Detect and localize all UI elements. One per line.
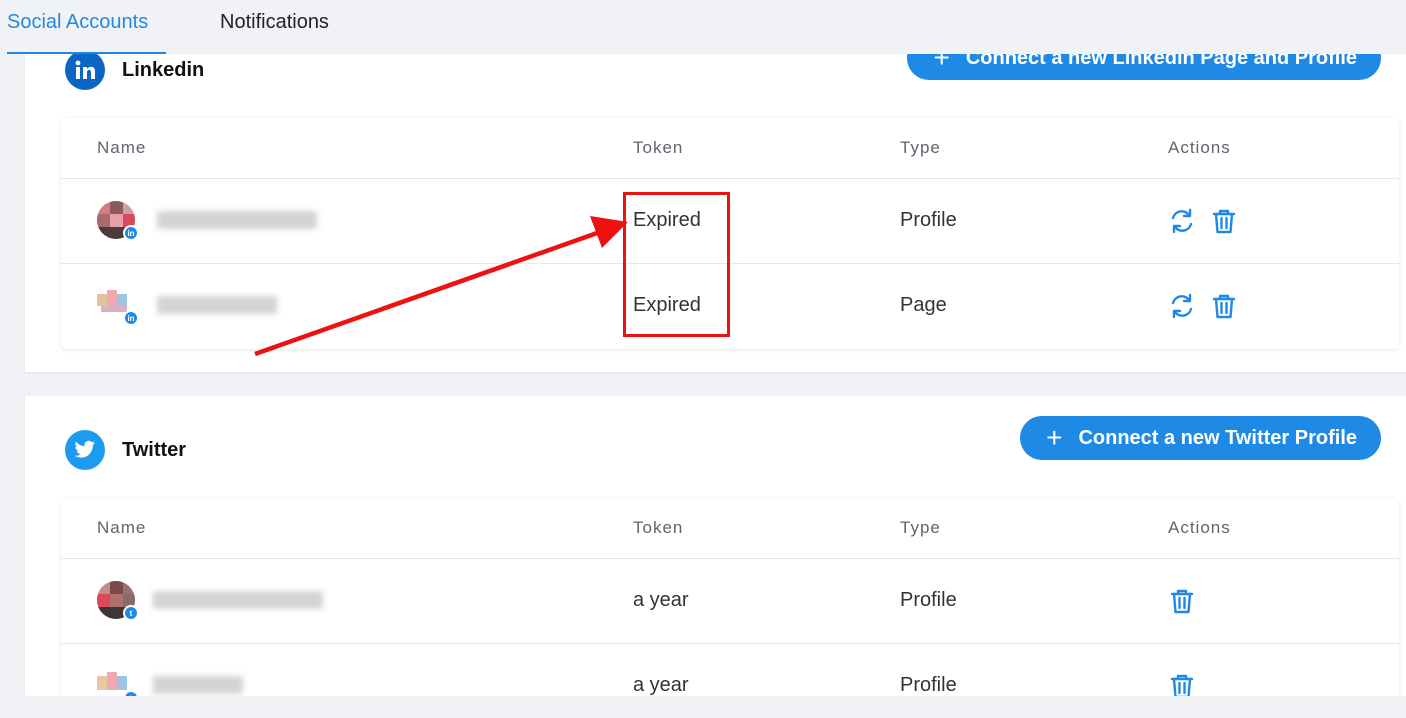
account-type: Profile xyxy=(900,674,957,696)
column-header-type: Type xyxy=(900,518,941,537)
table-row: in Expired Profile xyxy=(61,179,1399,264)
account-name-redacted xyxy=(157,211,317,229)
annotation-highlight-box xyxy=(623,192,730,337)
connect-twitter-label: Connect a new Twitter Profile xyxy=(1078,426,1357,449)
linkedin-title: Linkedin xyxy=(122,59,205,81)
twitter-title: Twitter xyxy=(122,439,187,461)
column-header-token: Token xyxy=(633,138,684,157)
table-header: Name Token Type Actions xyxy=(61,498,1399,559)
trash-icon[interactable] xyxy=(1169,587,1195,615)
refresh-icon[interactable] xyxy=(1169,292,1195,320)
account-name-redacted xyxy=(153,676,243,694)
account-name-redacted xyxy=(157,296,277,314)
refresh-icon[interactable] xyxy=(1169,207,1195,235)
column-header-name: Name xyxy=(97,138,147,157)
twitter-accounts-table: Name Token Type Actions t a year Profile… xyxy=(61,498,1399,718)
table-row: t a year Profile xyxy=(61,559,1399,644)
account-name-redacted xyxy=(153,591,323,609)
account-type: Profile xyxy=(900,589,957,611)
account-type: Profile xyxy=(900,209,957,231)
column-header-name: Name xyxy=(97,518,147,537)
linkedin-accounts-table: Name Token Type Actions in Expired Profi… xyxy=(61,118,1399,349)
column-header-actions: Actions xyxy=(1168,518,1231,537)
linkedin-icon xyxy=(65,50,105,90)
token-status: a year xyxy=(633,674,689,696)
twitter-section: Twitter + Connect a new Twitter Profile … xyxy=(25,396,1406,718)
table-header: Name Token Type Actions xyxy=(61,118,1399,179)
trash-icon[interactable] xyxy=(1211,292,1237,320)
plus-icon: + xyxy=(1046,422,1063,453)
twitter-badge-icon: t xyxy=(123,605,139,621)
column-header-token: Token xyxy=(633,518,684,537)
twitter-icon xyxy=(65,430,105,470)
column-header-type: Type xyxy=(900,138,941,157)
tab-notifications[interactable]: Notifications xyxy=(220,10,329,54)
tab-bar: Social Accounts Notifications xyxy=(0,0,1406,54)
column-header-actions: Actions xyxy=(1168,138,1231,157)
page-footer-strip xyxy=(0,696,1406,718)
token-status: a year xyxy=(633,589,689,611)
linkedin-badge-icon: in xyxy=(123,225,139,241)
linkedin-badge-icon: in xyxy=(123,310,139,326)
tab-social-accounts[interactable]: Social Accounts xyxy=(7,10,166,54)
table-row: in Expired Page xyxy=(61,264,1399,349)
account-type: Page xyxy=(900,294,947,316)
connect-twitter-button[interactable]: + Connect a new Twitter Profile xyxy=(1020,416,1381,460)
trash-icon[interactable] xyxy=(1211,207,1237,235)
